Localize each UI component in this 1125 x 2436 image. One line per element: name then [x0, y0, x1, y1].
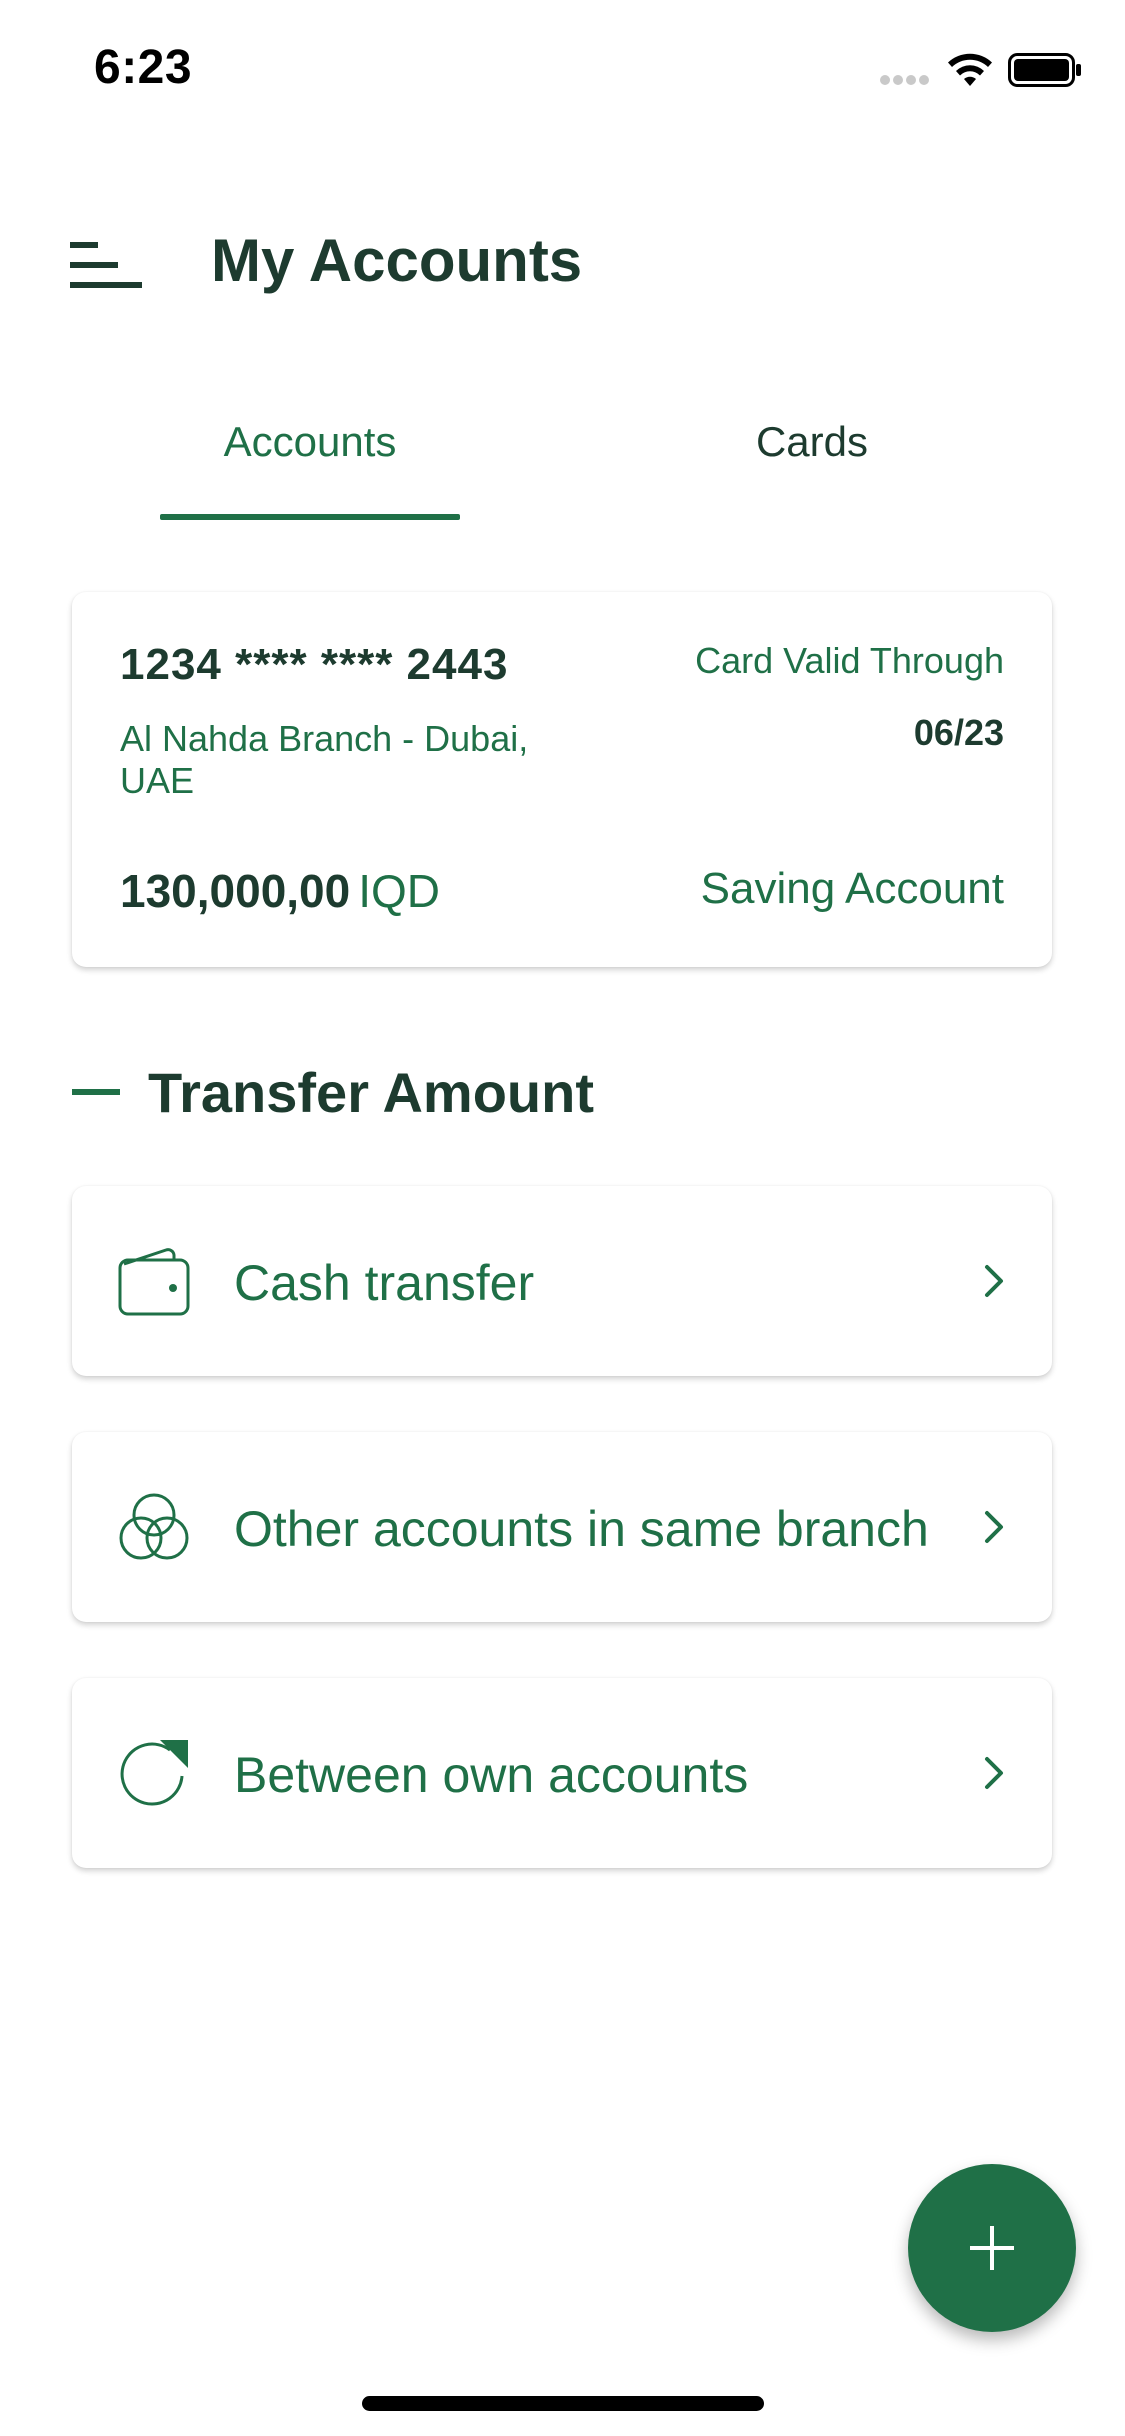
- screen: 6:23 My Accounts Accounts Cards 1234 ***…: [0, 0, 1125, 2436]
- cash-transfer-option[interactable]: Cash transfer: [72, 1186, 1052, 1376]
- wifi-icon: [948, 53, 992, 86]
- page-title: My Accounts: [211, 227, 583, 294]
- account-balance: 130,000,00 IQD: [120, 864, 440, 918]
- card-valid-date: 06/23: [913, 712, 1004, 753]
- account-number: 1234 **** **** 2443: [120, 640, 509, 689]
- status-bar: 6:23: [0, 0, 1125, 132]
- tab-bar: Accounts Cards: [0, 380, 1125, 522]
- tab-cards[interactable]: Cards: [662, 418, 962, 466]
- option-label: Cash transfer: [234, 1255, 535, 1311]
- account-branch: Al Nahda Branch - Dubai, UAE: [120, 718, 529, 801]
- plus-icon: [970, 2226, 1014, 2270]
- circles-icon: [119, 1493, 189, 1560]
- status-time: 6:23: [94, 41, 193, 94]
- chevron-right-icon: [985, 1265, 1003, 1297]
- signal-icon: [880, 72, 932, 86]
- card-valid-label: Card Valid Through: [695, 640, 1004, 681]
- account-type: Saving Account: [700, 864, 1004, 913]
- tab-accounts[interactable]: Accounts: [160, 418, 460, 466]
- active-tab-indicator: [160, 514, 460, 520]
- balance-currency: IQD: [358, 865, 441, 917]
- option-label: Between own accounts: [234, 1747, 749, 1803]
- section-title: Transfer Amount: [148, 1061, 594, 1124]
- chevron-right-icon: [985, 1511, 1003, 1543]
- account-card[interactable]: 1234 **** **** 2443 Al Nahda Branch - Du…: [72, 592, 1052, 967]
- balance-amount: 130,000,00: [120, 865, 351, 917]
- chevron-right-icon: [985, 1757, 1003, 1789]
- menu-icon[interactable]: [70, 242, 142, 290]
- option-label: Other accounts in same branch: [234, 1501, 929, 1557]
- section-dash: [72, 1089, 120, 1095]
- refresh-icon: [120, 1740, 188, 1806]
- battery-icon: [1008, 53, 1081, 87]
- add-fab-button[interactable]: [908, 2164, 1076, 2332]
- own-accounts-option[interactable]: Between own accounts: [72, 1678, 1052, 1868]
- wallet-icon: [118, 1248, 190, 1316]
- same-branch-option[interactable]: Other accounts in same branch: [72, 1432, 1052, 1622]
- home-indicator: [362, 2396, 764, 2411]
